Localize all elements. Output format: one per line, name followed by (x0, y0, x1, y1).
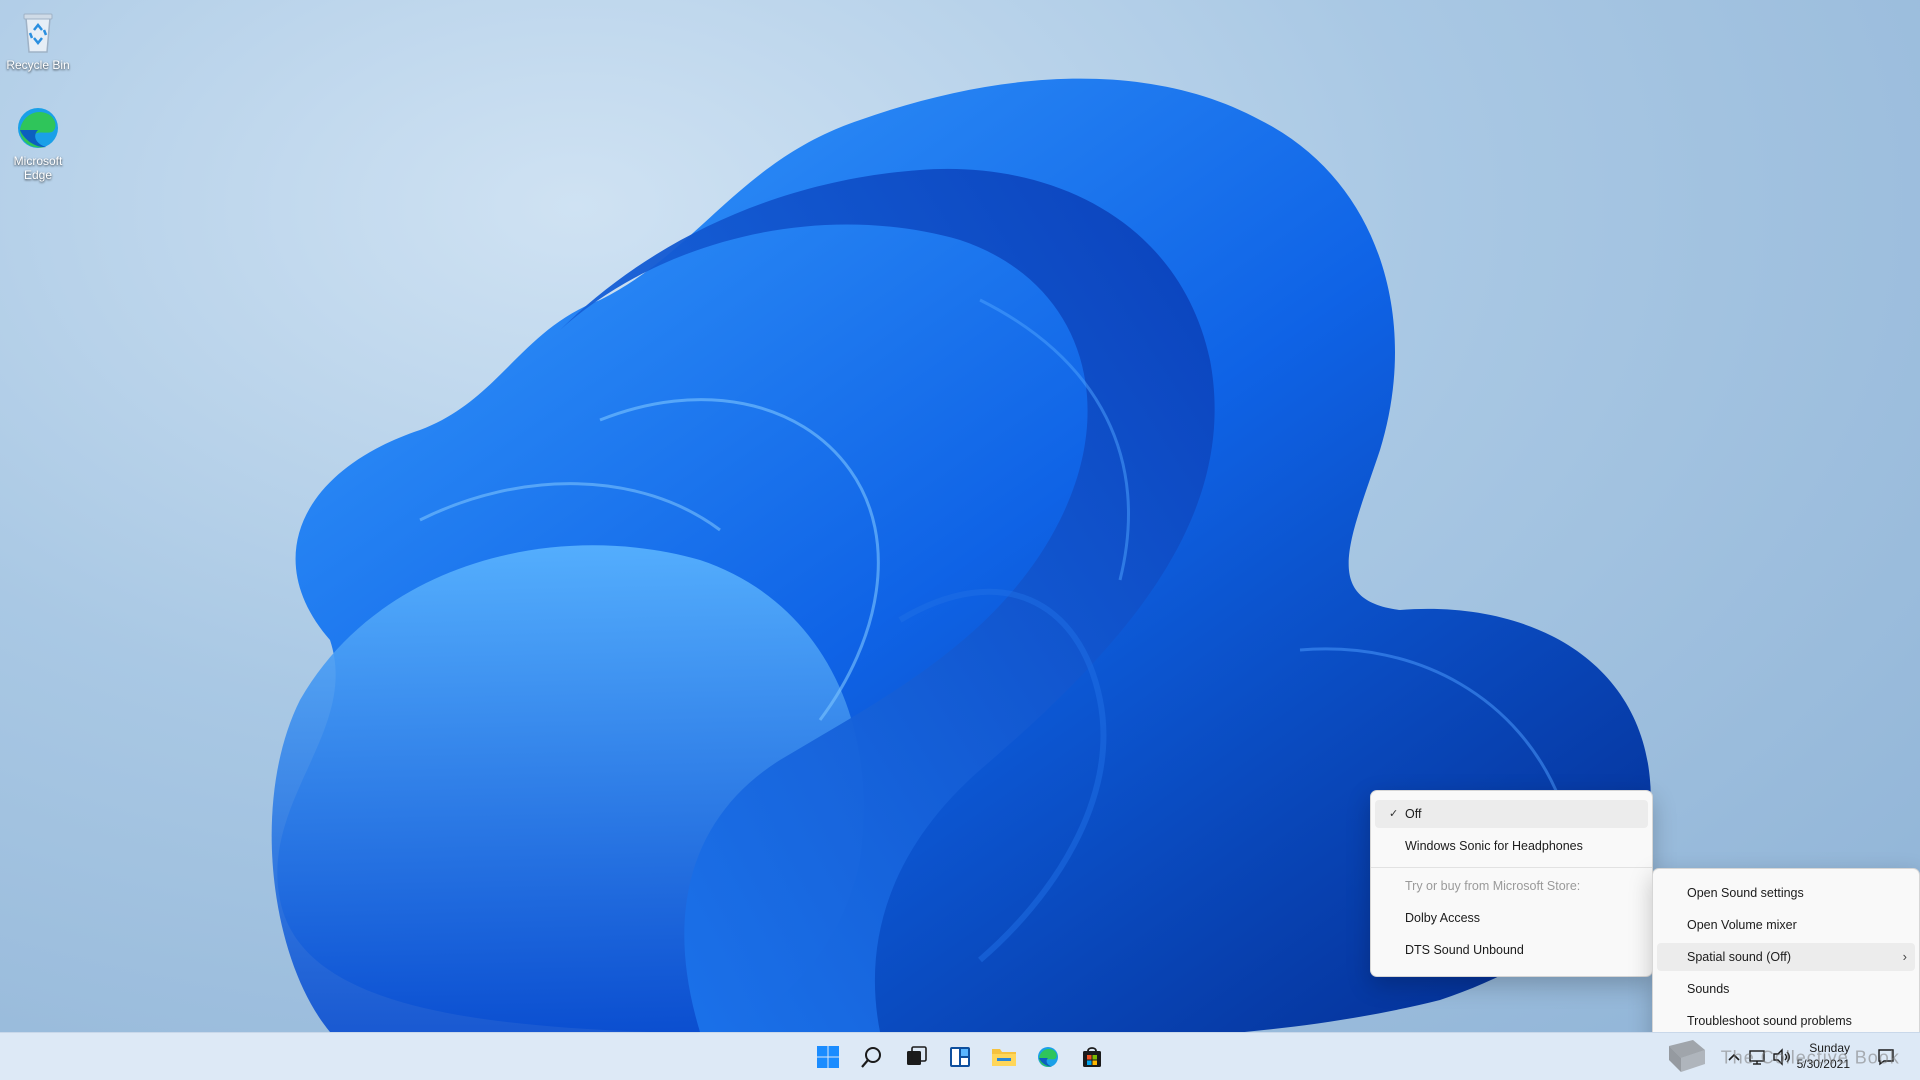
book-icon (1665, 1036, 1709, 1080)
start-button[interactable] (810, 1039, 846, 1075)
edge-icon (18, 108, 58, 148)
task-view-icon (907, 1046, 927, 1065)
taskbar: Sunday 5/30/2021 (0, 1032, 1920, 1080)
edge-label: Microsoft Edge (13, 154, 63, 182)
menu-item-label: Open Sound settings (1687, 886, 1804, 900)
desktop-icon-recycle-bin[interactable]: Recycle Bin (0, 8, 76, 72)
menu-item-sounds[interactable]: Sounds (1657, 975, 1915, 1003)
menu-item-windows-sonic[interactable]: Windows Sonic for Headphones (1375, 832, 1648, 860)
task-view-button[interactable] (898, 1039, 934, 1075)
menu-item-dts-sound-unbound[interactable]: DTS Sound Unbound (1375, 936, 1648, 964)
folder-icon (992, 1049, 1016, 1066)
menu-item-off[interactable]: ✓ Off (1375, 800, 1648, 828)
menu-item-label: DTS Sound Unbound (1405, 943, 1524, 957)
spatial-sound-submenu: ✓ Off Windows Sonic for Headphones Try o… (1370, 790, 1653, 977)
search-icon (861, 1047, 881, 1068)
recycle-bin-icon (23, 13, 53, 53)
edge-taskbar-button[interactable] (1030, 1039, 1066, 1075)
search-button[interactable] (854, 1039, 890, 1075)
watermark-text: The Collective Book (1720, 1047, 1900, 1068)
recycle-bin-label: Recycle Bin (6, 58, 70, 72)
watermark: The Collective Book (1665, 1036, 1900, 1080)
edge-icon (1038, 1047, 1058, 1067)
sound-context-menu: Open Sound settings Open Volume mixer Sp… (1652, 868, 1920, 1048)
checkmark-icon: ✓ (1389, 808, 1399, 820)
menu-item-label: Off (1405, 807, 1422, 821)
store-header: Try or buy from Microsoft Store: (1375, 872, 1648, 900)
menu-separator (1371, 867, 1652, 868)
widgets-button[interactable] (942, 1039, 978, 1075)
menu-item-troubleshoot-sound[interactable]: Troubleshoot sound problems (1657, 1007, 1915, 1035)
menu-item-label: Open Volume mixer (1687, 918, 1797, 932)
desktop-icon-microsoft-edge[interactable]: Microsoft Edge (0, 104, 76, 182)
menu-item-dolby-access[interactable]: Dolby Access (1375, 904, 1648, 932)
menu-item-label: Troubleshoot sound problems (1687, 1014, 1852, 1028)
menu-item-open-volume-mixer[interactable]: Open Volume mixer (1657, 911, 1915, 939)
menu-item-label: Sounds (1687, 982, 1730, 996)
menu-item-label: Windows Sonic for Headphones (1405, 839, 1583, 853)
windows-logo-icon (817, 1046, 839, 1068)
store-button[interactable] (1074, 1039, 1110, 1075)
menu-item-spatial-sound[interactable]: Spatial sound (Off) › (1657, 943, 1915, 971)
menu-item-label: Spatial sound (Off) (1687, 950, 1791, 964)
chevron-right-icon: › (1902, 949, 1907, 964)
menu-item-open-sound-settings[interactable]: Open Sound settings (1657, 879, 1915, 907)
store-icon (1083, 1047, 1101, 1067)
file-explorer-button[interactable] (986, 1039, 1022, 1075)
menu-item-label: Dolby Access (1405, 911, 1481, 925)
store-header-label: Try or buy from Microsoft Store: (1405, 879, 1581, 893)
widgets-icon (950, 1047, 970, 1067)
